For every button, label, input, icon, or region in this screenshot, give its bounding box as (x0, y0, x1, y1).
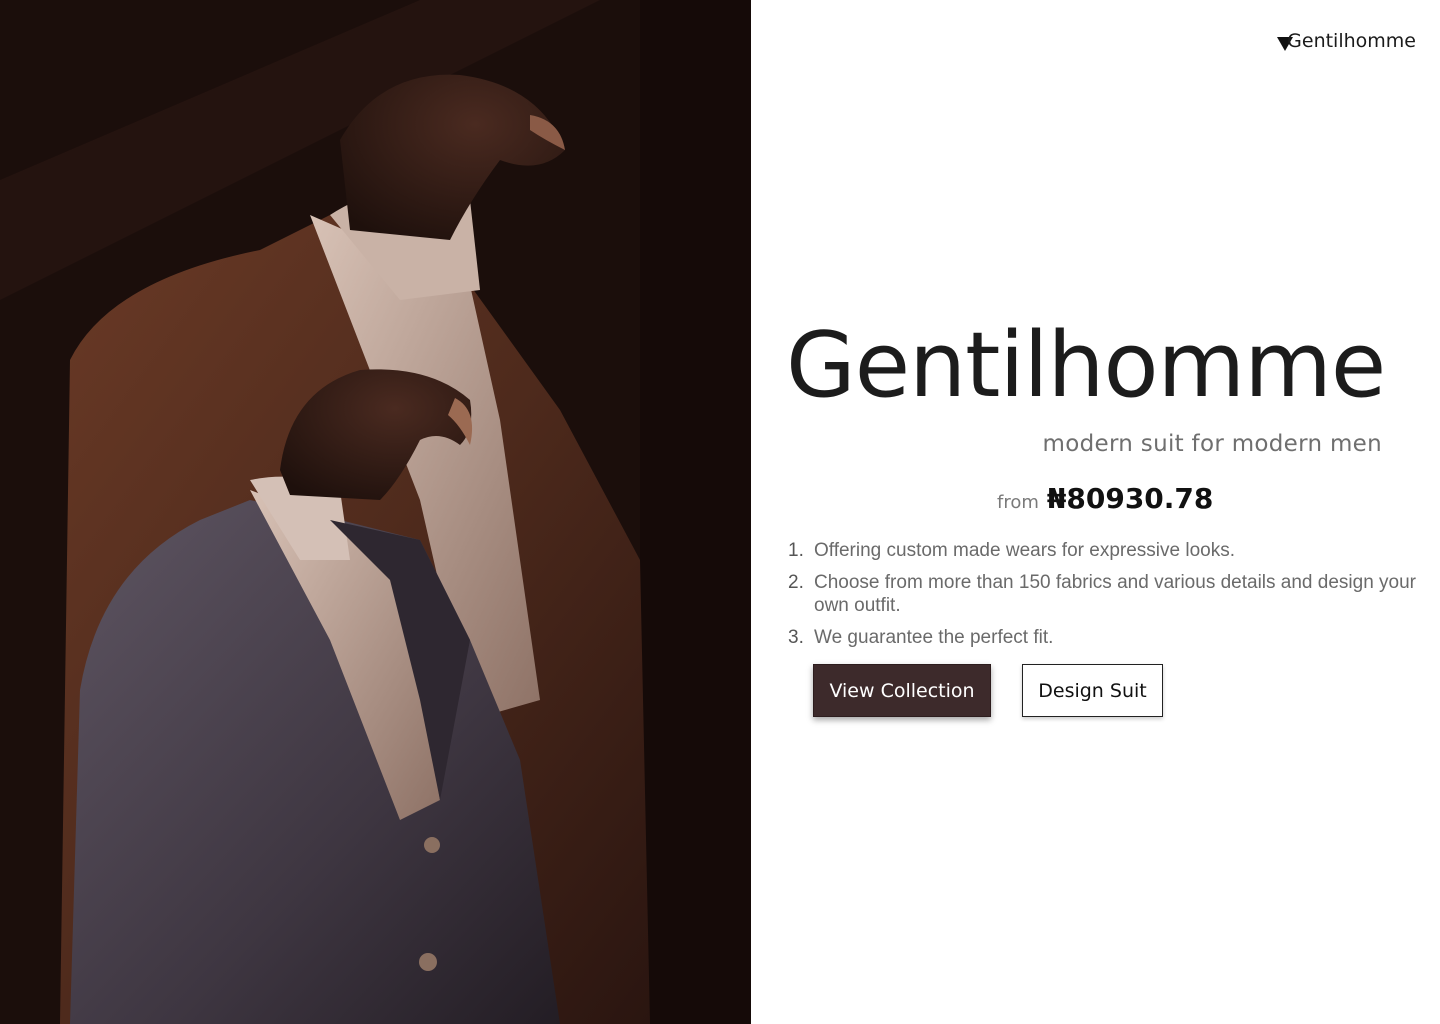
tagline: modern suit for modern men (1042, 431, 1382, 457)
list-item: 1. Offering custom made wears for expres… (788, 539, 1418, 562)
action-buttons: View Collection Design Suit (813, 664, 1163, 717)
list-item: 2. Choose from more than 150 fabrics and… (788, 571, 1418, 617)
list-item-number: 2. (788, 572, 804, 593)
brand-menu-label: Gentilhomme (1287, 30, 1416, 52)
price-from-label: from (997, 492, 1039, 513)
list-item-number: 1. (788, 540, 804, 561)
list-item: 3. We guarantee the perfect fit. (788, 626, 1418, 649)
design-suit-button[interactable]: Design Suit (1022, 664, 1163, 717)
suit-mannequins-image (0, 0, 751, 1024)
list-item-number: 3. (788, 627, 804, 648)
view-collection-button[interactable]: View Collection (813, 664, 991, 717)
list-item-text: We guarantee the perfect fit. (814, 627, 1054, 648)
price-value: ₦80930.78 (1046, 482, 1214, 515)
landing-page: Gentilhomme Gentilhomme modern suit for … (0, 0, 1440, 1024)
list-item-text: Choose from more than 150 fabrics and va… (814, 572, 1417, 616)
price-row: from ₦80930.78 (997, 482, 1213, 515)
page-title: Gentilhomme (786, 313, 1386, 418)
hero-image (0, 0, 751, 1024)
features-list: 1. Offering custom made wears for expres… (788, 539, 1418, 658)
brand-menu[interactable]: Gentilhomme (1277, 30, 1416, 52)
list-item-text: Offering custom made wears for expressiv… (814, 540, 1235, 561)
